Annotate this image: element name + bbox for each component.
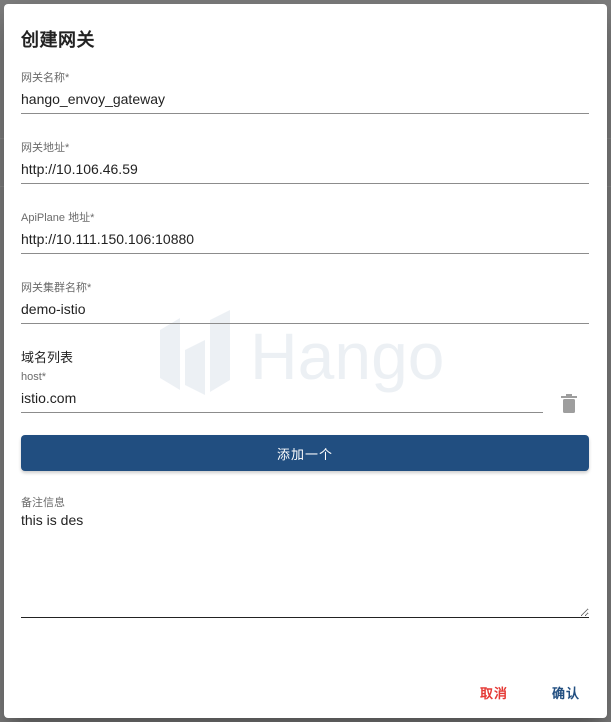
host-field: host* xyxy=(21,370,543,413)
cancel-button[interactable]: 取消 xyxy=(474,679,514,706)
dialog-title: 创建网关 xyxy=(21,30,95,50)
host-label: host* xyxy=(21,371,47,383)
create-gateway-dialog: 创建网关 Hango 网关名称* 网关地址* ApiPlane 地址* 网关集群… xyxy=(4,4,607,718)
host-input[interactable] xyxy=(21,384,543,413)
gateway-address-label: 网关地址* xyxy=(21,142,70,154)
apiplane-address-label: ApiPlane 地址* xyxy=(21,212,95,224)
apiplane-address-input[interactable] xyxy=(21,225,589,254)
gateway-address-input[interactable] xyxy=(21,155,589,184)
gateway-address-field: 网关地址* xyxy=(21,141,589,184)
notes-label: 备注信息 xyxy=(21,497,65,509)
add-domain-button[interactable]: 添加一个 xyxy=(21,435,589,471)
gateway-name-label: 网关名称* xyxy=(21,72,70,84)
cluster-name-input[interactable] xyxy=(21,295,589,324)
cluster-name-label: 网关集群名称* xyxy=(21,282,92,294)
confirm-button[interactable]: 确认 xyxy=(546,679,586,706)
apiplane-address-field: ApiPlane 地址* xyxy=(21,211,589,254)
notes-field: 备注信息 this is des xyxy=(21,496,589,618)
trash-icon[interactable] xyxy=(559,393,579,415)
gateway-name-input[interactable] xyxy=(21,85,589,114)
gateway-name-field: 网关名称* xyxy=(21,71,589,114)
cluster-name-field: 网关集群名称* xyxy=(21,281,589,324)
notes-textarea[interactable]: this is des xyxy=(21,510,589,618)
domain-list-label: 域名列表 xyxy=(21,350,74,365)
